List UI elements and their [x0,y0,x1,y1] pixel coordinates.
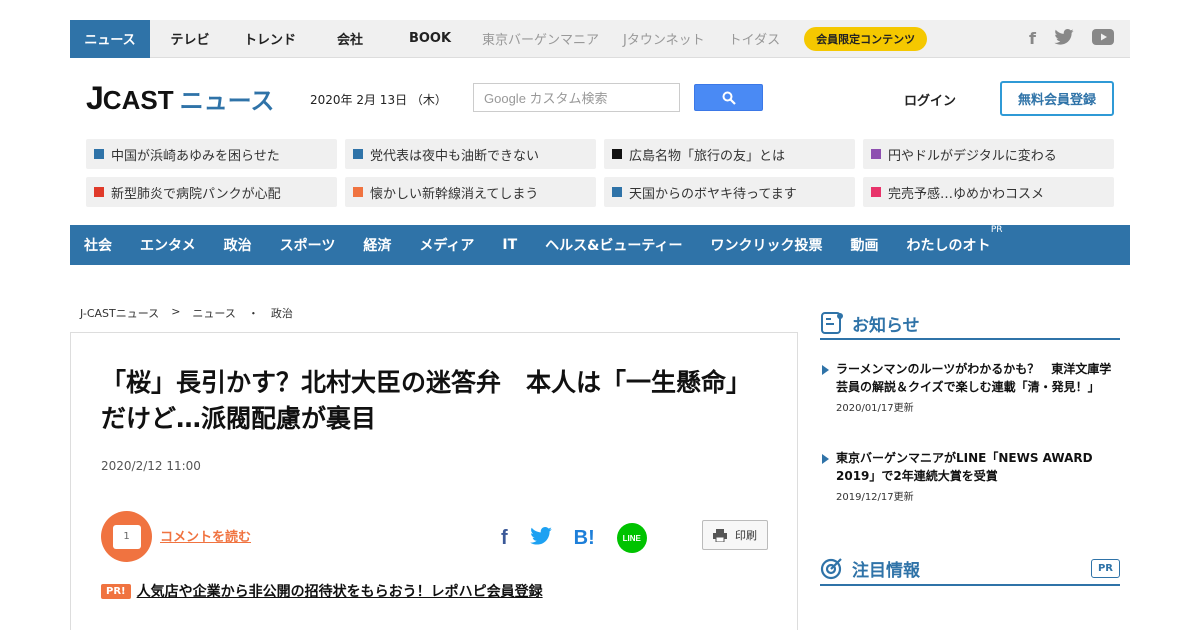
notice-header: お知らせ [820,308,1120,340]
logo-j: J [86,80,104,116]
youtube-icon[interactable] [1092,28,1114,49]
breadcrumb-home[interactable]: J-CASTニュース [80,305,159,321]
notice-text: 東京バーゲンマニアがLINE「NEWS AWARD 2019」で2年連続大賞を受… [820,449,1120,485]
topnav-trend[interactable]: トレンド [230,20,310,58]
article-date: 2020/2/12 11:00 [101,459,201,473]
notice-item[interactable]: 東京バーゲンマニアがLINE「NEWS AWARD 2019」で2年連続大賞を受… [820,449,1120,503]
attention-title: 注目情報 [852,560,920,581]
topnav-j-town-net[interactable]: Jタウンネット [611,20,717,58]
search-button[interactable] [694,84,763,111]
topic-link[interactable]: 中国が浜崎あゆみを困らせた [86,139,337,169]
search-input[interactable]: Google カスタム検索 [473,83,680,112]
cat-society[interactable]: 社会 [84,235,112,255]
notice-updated: 2019/12/17更新 [836,492,914,503]
cat-health-beauty[interactable]: ヘルス&ビューティー [545,235,682,255]
printer-icon [713,528,727,542]
jcast-logo[interactable]: J CAST ニュース [86,80,274,117]
article-panel: 「桜」長引かす？北村大臣の迷答弁 本人は「一生懸命」だけど…派閥配慮が裏目 20… [70,332,798,630]
cat-video[interactable]: 動画 [851,235,879,255]
top-navigation: ニュース テレビ トレンド 会社 BOOK 東京バーゲンマニア Jタウンネット … [70,19,1130,58]
topic-link[interactable]: 円やドルがデジタルに変わる [863,139,1114,169]
read-comments-link[interactable]: コメントを読む [160,526,251,545]
comment-icon: 1 [112,524,141,549]
topic-link[interactable]: 天国からのボヤキ待ってます [604,177,855,207]
breadcrumb-news[interactable]: ニュース [192,305,235,321]
social-links: f [1029,28,1130,49]
print-label: 印刷 [735,529,757,542]
topic-link[interactable]: 完売予感…ゆめかわコスメ [863,177,1114,207]
pr-label: PR [990,225,1003,235]
cat-it[interactable]: IT [502,237,517,253]
logo-cast: CAST [102,85,174,115]
pr-link[interactable]: 人気店や企業から非公開の招待状をもらおう！レポハピ会員登録 [137,581,543,601]
current-date: 2020年 2月 13日 （木） [310,93,447,107]
twitter-icon[interactable] [1054,28,1074,49]
hatena-bookmark-icon[interactable]: B! [574,527,595,550]
topnav-tv[interactable]: テレビ [150,20,230,58]
breadcrumb-separator: ・ [247,307,259,320]
notice-updated: 2020/01/17更新 [836,403,914,414]
print-button[interactable]: 印刷 [702,520,768,550]
pr-tag: PR! [101,583,131,599]
comment-button[interactable]: 1 [101,511,152,562]
square-icon [353,187,363,197]
notice-title: お知らせ [852,315,920,336]
cat-politics[interactable]: 政治 [224,235,252,255]
breadcrumb-separator: > [171,305,181,318]
target-icon [820,558,842,580]
square-icon [871,187,881,197]
free-register-button[interactable]: 無料会員登録 [1000,81,1114,116]
topic-links: 中国が浜崎あゆみを困らせた 党代表は夜中も油断できない 広島名物「旅行の友」とは… [86,139,1114,207]
cat-one-click-vote[interactable]: ワンクリック投票 [711,235,823,255]
topnav-news[interactable]: ニュース [70,19,150,58]
square-icon [612,187,622,197]
line-share-icon[interactable]: LINE [616,523,647,553]
topnav-bargain-mania[interactable]: 東京バーゲンマニア [470,20,611,58]
comment-count: 1 [123,531,130,542]
topnav-company[interactable]: 会社 [310,20,390,58]
square-icon [94,187,104,197]
article-title: 「桜」長引かす？北村大臣の迷答弁 本人は「一生懸命」だけど…派閥配慮が裏目 [101,368,752,434]
topic-link[interactable]: 懐かしい新幹線消えてしまう [345,177,596,207]
members-content-badge[interactable]: 会員限定コンテンツ [804,26,928,51]
search-icon [722,91,736,105]
pr-row: PR! 人気店や企業から非公開の招待状をもらおう！レポハピ会員登録 [101,581,543,601]
facebook-share-icon[interactable]: f [501,527,508,550]
square-icon [612,149,622,159]
breadcrumb-politics[interactable]: 政治 [271,305,293,321]
cat-economy[interactable]: 経済 [363,235,391,255]
share-buttons: f B! LINE [501,523,647,553]
topnav-book[interactable]: BOOK [390,20,470,58]
breadcrumb: J-CASTニュース > ニュース ・ 政治 [80,305,293,321]
topic-link[interactable]: 新型肺炎で病院パンクが心配 [86,177,337,207]
notice-item[interactable]: ラーメンマンのルーツがわかるかも？ 東洋文庫学芸員の解説＆クイズで楽しむ連載「清… [820,360,1120,414]
cat-media[interactable]: メディア [419,235,474,255]
attention-pr-badge: PR [1090,558,1120,578]
topnav-toidasu[interactable]: トイダス [717,20,792,58]
attention-header: 注目情報 PR [820,552,1120,586]
cat-sports[interactable]: スポーツ [280,235,336,255]
cat-watashi-no-oto[interactable]: わたしのオト PR [907,225,1003,255]
square-icon [94,149,104,159]
category-navigation: 社会 エンタメ 政治 スポーツ 経済 メディア IT ヘルス&ビューティー ワン… [70,225,1130,265]
logo-news: ニュース [179,87,275,115]
login-link[interactable]: ログイン [904,90,956,109]
square-icon [871,149,881,159]
notice-icon [821,312,843,334]
topic-link[interactable]: 広島名物「旅行の友」とは [604,139,855,169]
topic-link[interactable]: 党代表は夜中も油断できない [345,139,596,169]
facebook-icon[interactable]: f [1029,29,1036,48]
notice-text: ラーメンマンのルーツがわかるかも？ 東洋文庫学芸員の解説＆クイズで楽しむ連載「清… [820,360,1120,396]
twitter-share-icon[interactable] [529,527,552,549]
cat-entertainment[interactable]: エンタメ [140,235,196,255]
square-icon [353,149,363,159]
